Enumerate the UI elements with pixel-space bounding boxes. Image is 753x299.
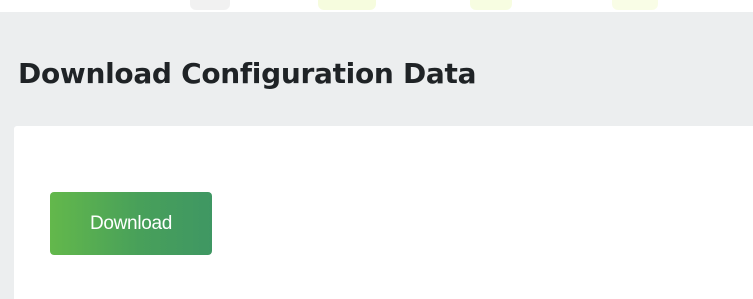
decorative-mark <box>318 0 376 10</box>
download-config-panel: Download Configuration Data Download <box>0 12 753 299</box>
page: Download Configuration Data Download <box>0 0 753 299</box>
download-button[interactable]: Download <box>50 192 212 255</box>
decorative-mark <box>612 0 658 10</box>
panel-title: Download Configuration Data <box>18 57 477 90</box>
decorative-mark <box>470 0 512 10</box>
decorative-mark <box>190 0 230 10</box>
top-strip <box>0 0 753 12</box>
panel-card: Download <box>14 126 753 299</box>
